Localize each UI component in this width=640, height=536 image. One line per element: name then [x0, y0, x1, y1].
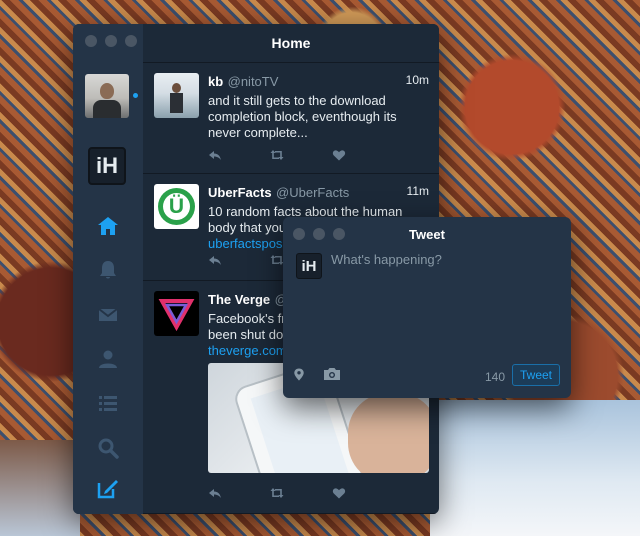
retweet-icon[interactable] [270, 148, 332, 162]
user-icon[interactable] [96, 347, 120, 371]
compose-close-button[interactable] [293, 228, 305, 240]
sidebar: iH [73, 24, 143, 514]
retweet-icon[interactable] [270, 486, 332, 500]
tweet-author-name[interactable]: kb [208, 74, 223, 89]
tweet-text: and it still gets to the download comple… [208, 93, 397, 140]
minimize-window-button[interactable] [105, 35, 117, 47]
tweet-actions [208, 148, 394, 162]
tweet-actions [208, 486, 394, 500]
reply-icon[interactable] [208, 253, 270, 267]
tweet[interactable]: kb @nitoTV 10m and it still gets to the … [143, 63, 439, 174]
close-window-button[interactable] [85, 35, 97, 47]
reply-icon[interactable] [208, 148, 270, 162]
tweet-author-name[interactable]: The Verge [208, 292, 270, 307]
list-icon[interactable] [96, 391, 120, 415]
send-tweet-button[interactable]: Tweet [512, 364, 560, 386]
compose-account-logo[interactable]: iH [296, 253, 322, 279]
mail-icon[interactable] [96, 303, 120, 327]
zoom-window-button[interactable] [125, 35, 137, 47]
page-title: Home [271, 35, 311, 51]
search-icon[interactable] [96, 436, 120, 460]
reply-icon[interactable] [208, 486, 270, 500]
character-count: 140 [485, 370, 506, 384]
tweet-author-handle[interactable]: @UberFacts [276, 185, 349, 200]
location-pin-icon[interactable] [293, 367, 305, 387]
tweet-author-handle[interactable]: @nitoTV [228, 74, 279, 89]
tweet-timestamp: 11m [406, 184, 429, 198]
like-icon[interactable] [332, 148, 394, 162]
account-avatar[interactable] [85, 74, 129, 118]
tweet-avatar[interactable] [154, 291, 199, 336]
tweet-avatar[interactable]: Ü [154, 184, 199, 229]
background-sky [430, 400, 640, 536]
tweet-timestamp: 10m [405, 73, 429, 87]
home-icon[interactable] [96, 214, 120, 238]
compose-window-controls [293, 228, 345, 240]
active-account-indicator [133, 93, 138, 98]
tweet-author-name[interactable]: UberFacts [208, 185, 272, 200]
tweet-avatar[interactable] [154, 73, 199, 118]
window-controls [85, 35, 137, 47]
account-logo[interactable]: iH [88, 147, 126, 185]
compose-zoom-button[interactable] [333, 228, 345, 240]
like-icon[interactable] [332, 486, 394, 500]
compose-window: Tweet iH 140 Tweet [283, 217, 571, 398]
bell-icon[interactable] [96, 258, 120, 282]
tweet-text-input[interactable] [331, 250, 561, 268]
compose-minimize-button[interactable] [313, 228, 325, 240]
background-detail [0, 440, 80, 536]
compose-icon[interactable] [96, 476, 120, 500]
camera-icon[interactable] [323, 367, 341, 386]
timeline-header: Home [143, 24, 439, 63]
